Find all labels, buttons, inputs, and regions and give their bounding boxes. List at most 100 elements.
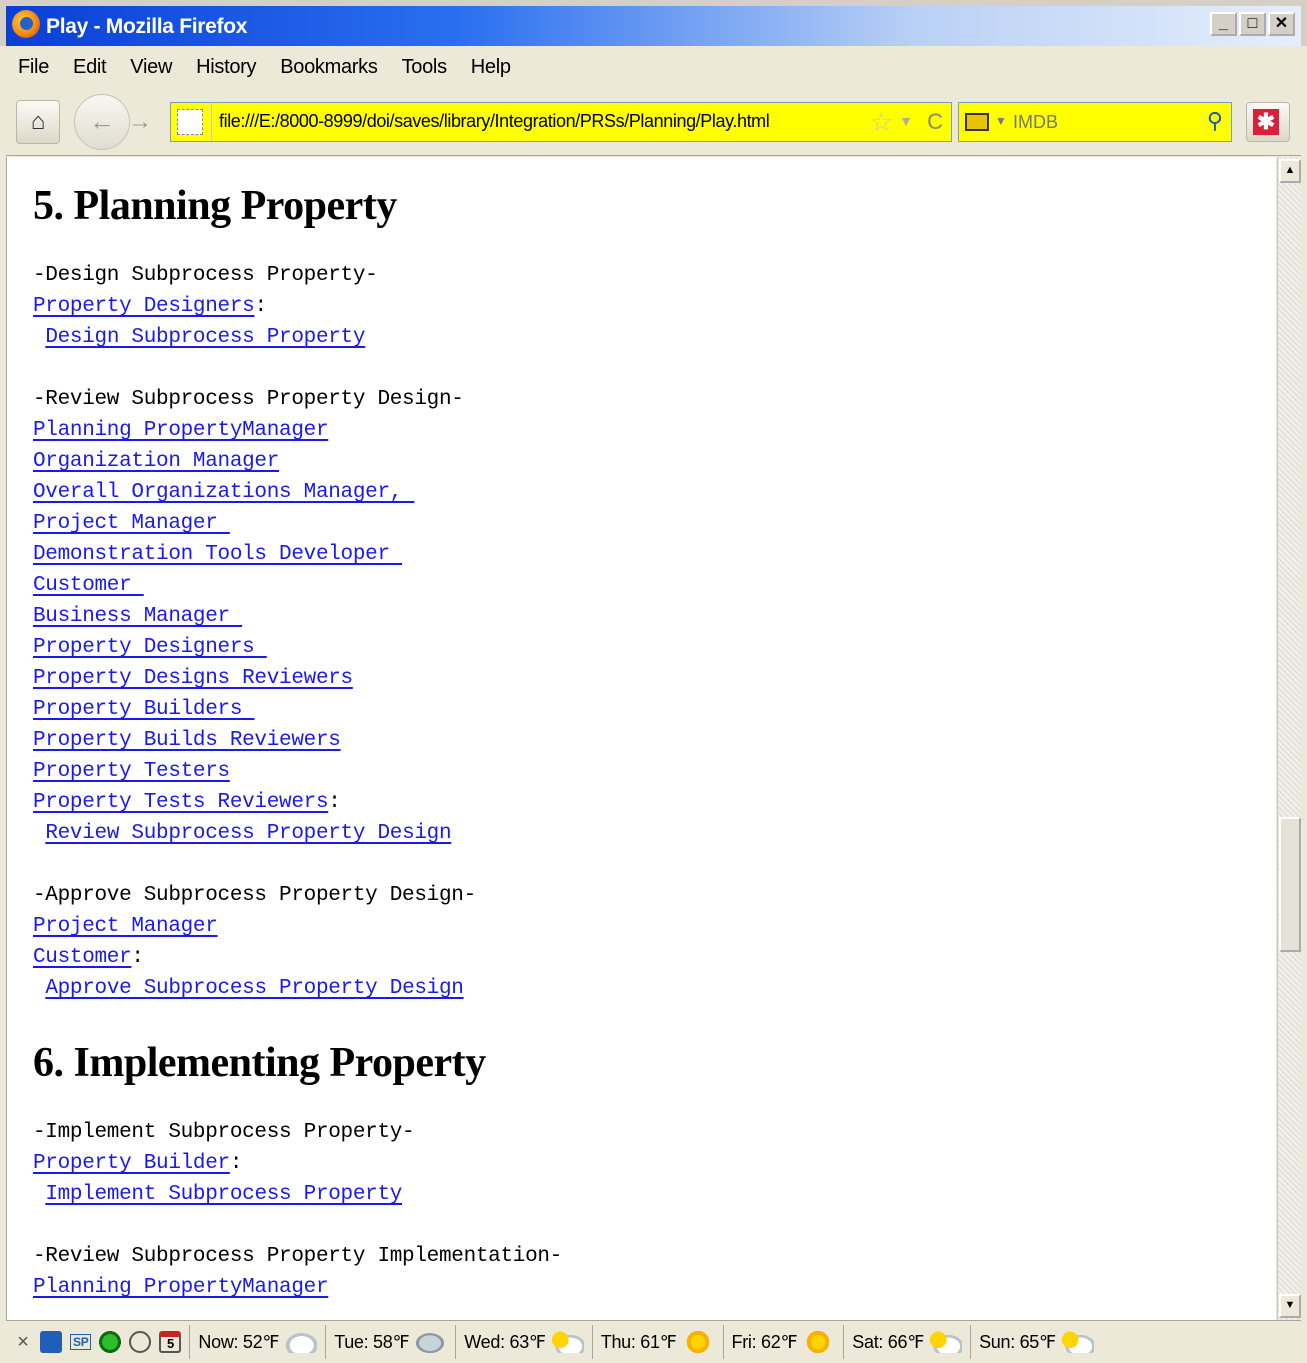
- imdb-engine-icon[interactable]: [965, 113, 989, 131]
- sun-icon: [801, 1331, 836, 1353]
- search-bar[interactable]: ▼ IMDB ⚲: [958, 102, 1232, 142]
- actor-link[interactable]: Project Manager: [33, 915, 218, 938]
- clock-icon[interactable]: [129, 1331, 152, 1353]
- partly-cloudy-icon: [928, 1331, 963, 1353]
- cloud-icon: [283, 1331, 318, 1353]
- scroll-thumb[interactable]: [1279, 817, 1301, 952]
- reload-icon[interactable]: C: [927, 109, 943, 135]
- actor-link[interactable]: Planning PropertyManager: [33, 419, 329, 442]
- search-engine-dropdown-icon[interactable]: ▼: [995, 114, 1007, 128]
- url-dropdown-icon[interactable]: ▼: [899, 113, 913, 129]
- actor-link[interactable]: Planning PropertyManager: [33, 1276, 329, 1299]
- review-actor-line: Demonstration Tools Developer: [33, 539, 1263, 570]
- menu-bar: File Edit View History Bookmarks Tools H…: [6, 46, 1301, 88]
- vertical-scrollbar[interactable]: ▲ ▼: [1277, 157, 1301, 1320]
- title-bar: Play - Mozilla Firefox _ □ ✕: [0, 0, 1307, 46]
- minimize-button[interactable]: _: [1210, 12, 1237, 36]
- bookmark-star-icon[interactable]: ☆: [870, 107, 893, 138]
- weather-label: Now: 52℉: [198, 1331, 280, 1352]
- weather-label: Sat: 66℉: [852, 1331, 925, 1352]
- partly-cloudy-icon: [549, 1331, 584, 1353]
- url-text[interactable]: file:///E:/8000-8999/doi/saves/library/I…: [219, 111, 770, 132]
- action-link-implement[interactable]: Implement Subprocess Property: [45, 1183, 402, 1206]
- weather-label: Thu: 61℉: [600, 1331, 677, 1352]
- review-actor-line: Overall Organizations Manager,: [33, 477, 1263, 508]
- actor-link[interactable]: Property Designers: [33, 636, 267, 659]
- page-viewport: 5. Planning Property -Design Subprocess …: [6, 157, 1276, 1320]
- addon-button[interactable]: ✱: [1246, 102, 1290, 142]
- actor-link[interactable]: Property Designs Reviewers: [33, 667, 353, 690]
- scroll-down-button[interactable]: ▼: [1279, 1294, 1301, 1318]
- sp-icon[interactable]: SP: [70, 1334, 92, 1350]
- review-impl-header: -Review Subprocess Property Implementati…: [33, 1245, 562, 1268]
- actor-link[interactable]: Business Manager: [33, 605, 242, 628]
- actor-link[interactable]: Property Designers: [33, 295, 255, 318]
- review-header: -Review Subprocess Property Design-: [33, 388, 464, 411]
- green-status-icon[interactable]: [99, 1331, 122, 1353]
- actor-link[interactable]: Demonstration Tools Developer: [33, 543, 402, 566]
- weather-now[interactable]: Now: 52℉: [189, 1325, 325, 1359]
- menu-help[interactable]: Help: [459, 56, 523, 79]
- section-heading-implementing: 6. Implementing Property: [33, 1040, 486, 1086]
- page-favicon-icon: [177, 109, 203, 135]
- actor-link[interactable]: Customer: [33, 574, 144, 597]
- weather-fri[interactable]: Fri: 62℉: [722, 1325, 844, 1359]
- actor-link[interactable]: Customer: [33, 946, 132, 969]
- actor-link[interactable]: Project Manager: [33, 512, 230, 535]
- status-bar: × SP 5 Now: 52℉ Tue: 58℉ Wed: 63℉ Thu: 6…: [6, 1320, 1301, 1363]
- actor-link[interactable]: Property Builds Reviewers: [33, 729, 341, 752]
- review-actor-line: Project Manager: [33, 508, 1263, 539]
- maximize-button[interactable]: □: [1239, 12, 1266, 36]
- review-actor-line: Property Designs Reviewers: [33, 663, 1263, 694]
- design-header: -Design Subprocess Property-: [33, 264, 378, 287]
- review-action-line: Review Subprocess Property Design: [33, 818, 1263, 849]
- approve-actor-line: Customer:: [33, 942, 1263, 973]
- actor-link[interactable]: Overall Organizations Manager,: [33, 481, 414, 504]
- weather-tue[interactable]: Tue: 58℉: [325, 1325, 455, 1359]
- close-button[interactable]: ✕: [1268, 12, 1295, 36]
- actor-link[interactable]: Organization Manager: [33, 450, 279, 473]
- page-body: 5. Planning Property -Design Subprocess …: [33, 157, 1263, 1303]
- actor-link[interactable]: Property Tests Reviewers: [33, 791, 329, 814]
- url-bar[interactable]: file:///E:/8000-8999/doi/saves/library/I…: [170, 102, 952, 142]
- action-link-design[interactable]: Design Subprocess Property: [45, 326, 365, 349]
- search-input[interactable]: IMDB: [1013, 112, 1058, 133]
- actor-link[interactable]: Property Builders: [33, 698, 254, 721]
- menu-tools[interactable]: Tools: [390, 56, 459, 79]
- approve-action-line: Approve Subprocess Property Design: [33, 973, 1263, 1004]
- actor-link[interactable]: Property Testers: [33, 760, 230, 783]
- weather-wed[interactable]: Wed: 63℉: [455, 1325, 591, 1359]
- scroll-up-button[interactable]: ▲: [1279, 159, 1301, 183]
- sun-icon: [680, 1331, 715, 1353]
- review-actor-line: Property Builders: [33, 694, 1263, 725]
- menu-edit[interactable]: Edit: [61, 56, 118, 79]
- firefox-logo-icon: [12, 10, 40, 38]
- menu-view[interactable]: View: [118, 56, 184, 79]
- weather-sat[interactable]: Sat: 66℉: [843, 1325, 970, 1359]
- addon-bar-close-icon[interactable]: ×: [6, 1331, 40, 1354]
- weather-sun[interactable]: Sun: 65℉: [970, 1325, 1102, 1359]
- back-button[interactable]: ←: [74, 94, 130, 150]
- weather-thu[interactable]: Thu: 61℉: [591, 1325, 723, 1359]
- actor-link[interactable]: Property Builder: [33, 1152, 230, 1175]
- search-magnifier-icon[interactable]: ⚲: [1207, 108, 1223, 134]
- colon: :: [229, 1152, 243, 1175]
- action-link-review[interactable]: Review Subprocess Property Design: [45, 822, 451, 845]
- action-link-approve[interactable]: Approve Subprocess Property Design: [45, 977, 464, 1000]
- menu-file[interactable]: File: [6, 56, 61, 79]
- home-button[interactable]: ⌂: [16, 100, 60, 144]
- review-actor-line: Business Manager: [33, 601, 1263, 632]
- menu-bookmarks[interactable]: Bookmarks: [268, 56, 389, 79]
- implement-actor-line: Property Builder:: [33, 1148, 1263, 1179]
- forward-button[interactable]: →: [128, 108, 152, 136]
- colon: :: [131, 946, 144, 969]
- colon: :: [254, 295, 267, 318]
- menu-history[interactable]: History: [184, 56, 268, 79]
- approve-header: -Approve Subprocess Property Design-: [33, 884, 476, 907]
- addon-x-icon[interactable]: [40, 1331, 62, 1353]
- calendar-icon[interactable]: 5: [159, 1331, 182, 1353]
- weather-label: Fri: 62℉: [731, 1331, 798, 1352]
- design-action-line: Design Subprocess Property: [33, 322, 1263, 353]
- weather-label: Sun: 65℉: [979, 1331, 1056, 1352]
- review-actor-line: Organization Manager: [33, 446, 1263, 477]
